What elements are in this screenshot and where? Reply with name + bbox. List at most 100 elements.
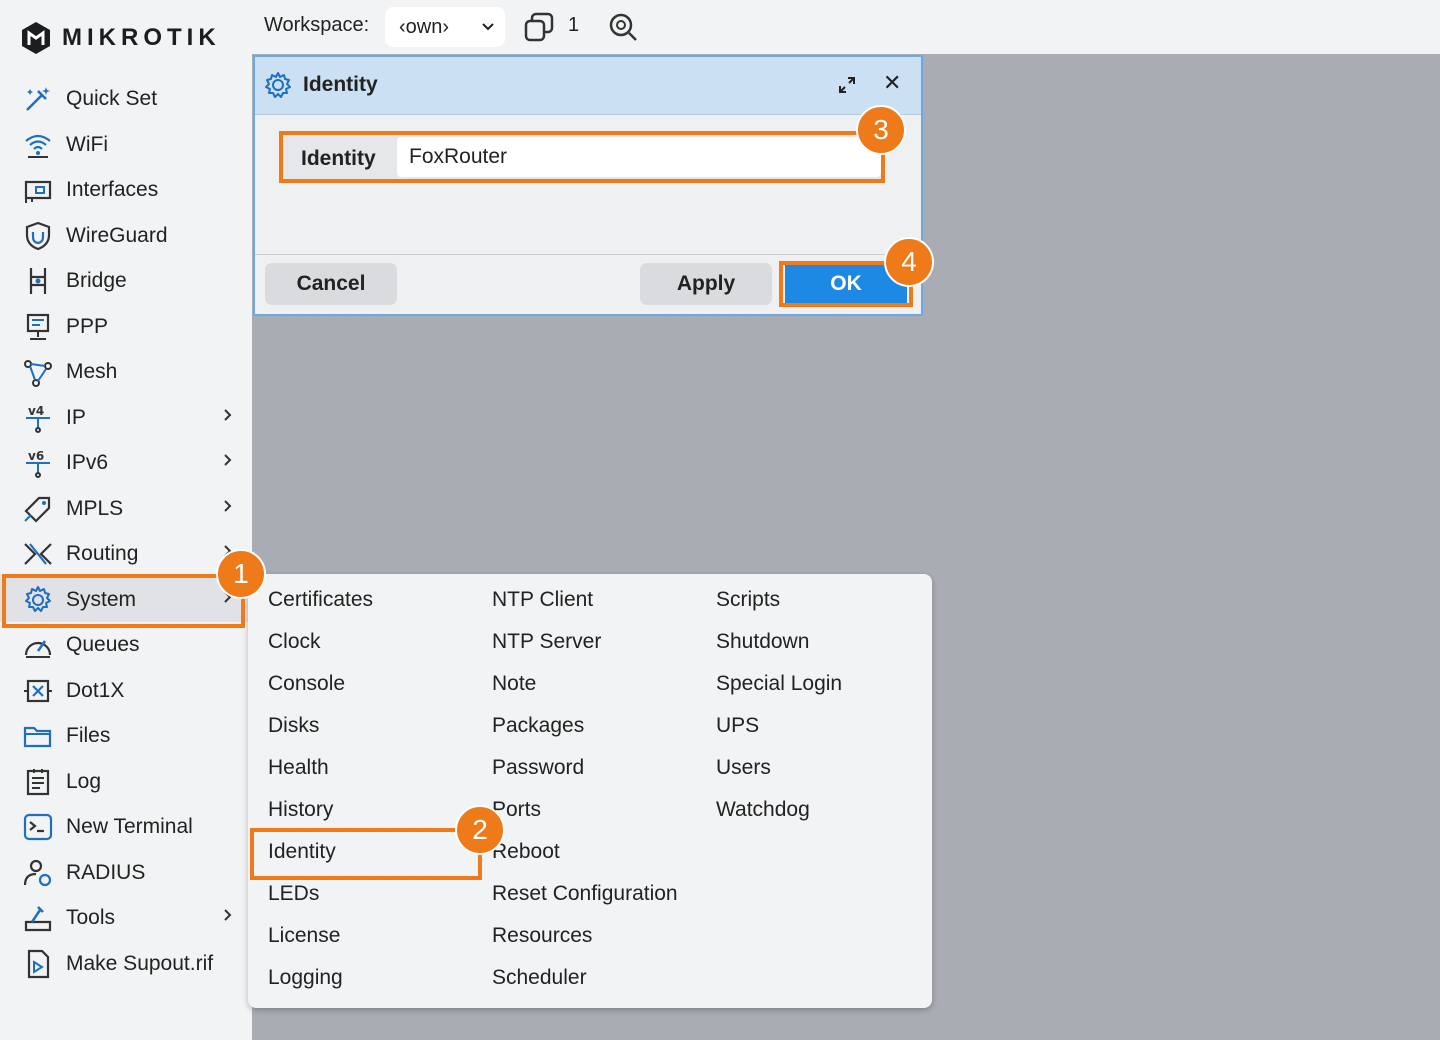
identity-input[interactable] (397, 137, 881, 177)
menu-item-watchdog[interactable]: Watchdog (716, 798, 810, 822)
menu-item-logging[interactable]: Logging (268, 966, 343, 990)
ppp-icon (22, 311, 54, 343)
gear-icon (263, 70, 293, 105)
menu-item-shutdown[interactable]: Shutdown (716, 630, 809, 654)
sidebar-item-interfaces[interactable]: Interfaces (0, 167, 252, 212)
tools-icon (22, 902, 54, 934)
workspace-select[interactable]: ‹own› (385, 7, 505, 47)
menu-item-password[interactable]: Password (492, 756, 584, 780)
menu-item-health[interactable]: Health (268, 756, 329, 780)
menu-item-packages[interactable]: Packages (492, 714, 584, 738)
menu-item-certificates[interactable]: Certificates (268, 588, 373, 612)
sidebar-item-label: Make Supout.rif (66, 951, 214, 975)
chevron-right-icon (222, 907, 234, 928)
cancel-button[interactable]: Cancel (265, 263, 397, 305)
menu-item-scheduler[interactable]: Scheduler (492, 966, 587, 990)
mesh-icon (22, 356, 54, 388)
sidebar-item-label: Tools (66, 905, 116, 929)
window-count: 1 (568, 14, 580, 36)
sidebar-item-label: IPv6 (66, 450, 109, 474)
menu-item-scripts[interactable]: Scripts (716, 588, 780, 612)
sidebar-item-label: WireGuard (66, 223, 168, 247)
sidebar-item-files[interactable]: Files (0, 713, 252, 758)
sidebar-item-log[interactable]: Log (0, 759, 252, 804)
sidebar-item-system[interactable]: System (0, 577, 252, 622)
step-badge-1: 1 (216, 549, 266, 599)
menu-item-reset-configuration[interactable]: Reset Configuration (492, 882, 678, 906)
sidebar-item-label: PPP (66, 314, 109, 338)
dialog-title: Identity (303, 73, 378, 96)
logo-text: MIKROTIK (62, 24, 221, 51)
sidebar-item-label: Routing (66, 541, 139, 565)
sidebar-item-label: RADIUS (66, 860, 146, 884)
gauge-icon (22, 629, 54, 661)
ipv4-icon: v4 (22, 402, 54, 434)
sidebar-item-wifi[interactable]: WiFi (0, 122, 252, 167)
search-icon[interactable] (608, 12, 638, 47)
menu-item-console[interactable]: Console (268, 672, 345, 696)
menu-item-disks[interactable]: Disks (268, 714, 319, 738)
menu-item-ups[interactable]: UPS (716, 714, 759, 738)
workspace-label: Workspace: (264, 14, 370, 36)
sidebar-item-label: MPLS (66, 496, 124, 520)
dialog-footer: Cancel Apply OK (255, 254, 921, 314)
svg-text:v6: v6 (28, 449, 44, 463)
sidebar-item-ipv6[interactable]: v6 IPv6 (0, 440, 252, 485)
menu-item-ntp-client[interactable]: NTP Client (492, 588, 593, 612)
menu-item-resources[interactable]: Resources (492, 924, 592, 948)
sidebar-item-radius[interactable]: RADIUS (0, 850, 252, 895)
sidebar: MIKROTIK Quick Set WiFi Interfaces WireGuar… (0, 0, 252, 1040)
folder-icon (22, 720, 54, 752)
sidebar-item-label: Files (66, 723, 111, 747)
menu-item-special-login[interactable]: Special Login (716, 672, 842, 696)
terminal-icon (22, 811, 54, 843)
sidebar-item-make-supout-rif[interactable]: Make Supout.rif (0, 941, 252, 986)
sidebar-item-mpls[interactable]: MPLS (0, 486, 252, 531)
sidebar-item-dot1x[interactable]: Dot1X (0, 668, 252, 713)
sidebar-item-routing[interactable]: Routing (0, 531, 252, 576)
dialog-body: Identity (255, 115, 921, 254)
menu-item-identity[interactable]: Identity (268, 840, 336, 864)
wifi-icon (22, 129, 54, 161)
sidebar-item-new-terminal[interactable]: New Terminal (0, 804, 252, 849)
menu-item-reboot[interactable]: Reboot (492, 840, 560, 864)
sidebar-item-bridge[interactable]: Bridge (0, 258, 252, 303)
sidebar-item-label: Bridge (66, 268, 127, 292)
ipv6-icon: v6 (22, 447, 54, 479)
dialog-title-bar[interactable]: Identity ✕ (255, 57, 921, 115)
top-bar: Workspace: ‹own› 1 (252, 0, 1440, 54)
sidebar-item-label: New Terminal (66, 814, 193, 838)
sidebar-item-mesh[interactable]: Mesh (0, 349, 252, 394)
apply-button[interactable]: Apply (640, 263, 772, 305)
sidebar-item-label: WiFi (66, 132, 108, 156)
sidebar-item-label: System (66, 587, 137, 611)
user-gear-icon (22, 857, 54, 889)
bridge-icon (22, 265, 54, 297)
menu-item-license[interactable]: License (268, 924, 340, 948)
sidebar-item-ppp[interactable]: PPP (0, 304, 252, 349)
menu-item-clock[interactable]: Clock (268, 630, 321, 654)
mikrotik-logo: MIKROTIK (20, 20, 221, 56)
mikrotik-logo-icon (22, 22, 50, 54)
sidebar-item-queues[interactable]: Queues (0, 622, 252, 667)
sidebar-item-quick-set[interactable]: Quick Set (0, 76, 252, 121)
menu-item-history[interactable]: History (268, 798, 333, 822)
step-badge-4: 4 (884, 237, 934, 287)
menu-item-ntp-server[interactable]: NTP Server (492, 630, 601, 654)
magic-wand-icon (22, 83, 54, 115)
sidebar-item-tools[interactable]: Tools (0, 895, 252, 940)
sidebar-item-ip[interactable]: v4 IP (0, 395, 252, 440)
sidebar-item-label: Mesh (66, 359, 118, 383)
sidebar-item-label: Quick Set (66, 86, 158, 110)
sidebar-item-wireguard[interactable]: WireGuard (0, 213, 252, 258)
gear-icon (22, 584, 54, 616)
step-badge-3: 3 (856, 105, 906, 155)
menu-item-users[interactable]: Users (716, 756, 771, 780)
windows-icon[interactable] (524, 12, 554, 47)
menu-item-leds[interactable]: LEDs (268, 882, 319, 906)
expand-icon[interactable] (837, 75, 857, 100)
chevron-down-icon (481, 16, 495, 39)
chevron-right-icon (222, 407, 234, 428)
close-icon[interactable]: ✕ (883, 71, 901, 96)
menu-item-note[interactable]: Note (492, 672, 536, 696)
